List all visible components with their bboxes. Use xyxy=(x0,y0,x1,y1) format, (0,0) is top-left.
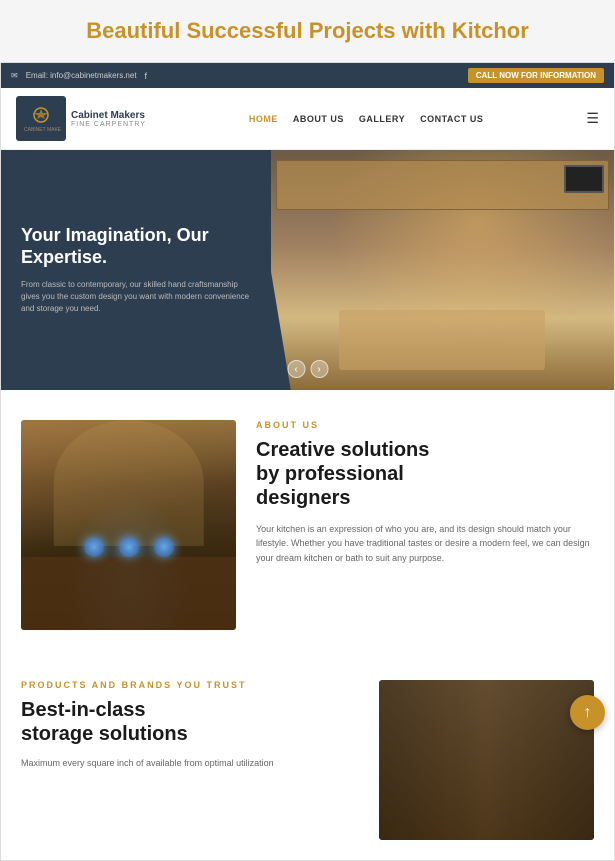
hero-description: From classic to contemporary, our skille… xyxy=(21,279,251,315)
banner-title: Beautiful Successful Projects with Kitch… xyxy=(20,18,595,44)
about-section: ABOUT US Creative solutions by professio… xyxy=(1,390,614,660)
website-mockup: ✉ Email: info@cabinetmakers.net f CALL N… xyxy=(0,62,615,861)
products-section: PRODUCTS AND BRANDS YOU TRUST Best-in-cl… xyxy=(1,660,614,860)
scroll-to-top-button[interactable]: ↑ xyxy=(570,695,605,730)
products-content: PRODUCTS AND BRANDS YOU TRUST Best-in-cl… xyxy=(21,680,359,770)
storage-detail xyxy=(379,680,594,840)
hero-title: Your Imagination, Our Expertise. xyxy=(21,225,251,268)
email-link[interactable]: Email: info@cabinetmakers.net xyxy=(26,71,137,80)
brand-sub: FINE CARPENTRY xyxy=(71,121,146,128)
nav-link-home[interactable]: HOME xyxy=(249,114,278,124)
contact-info: ✉ Email: info@cabinetmakers.net f xyxy=(11,71,147,81)
products-description: Maximum every square inch of available f… xyxy=(21,756,359,770)
hero-next-button[interactable]: › xyxy=(310,360,328,378)
banner-title-accent: Kitchor xyxy=(452,18,529,43)
hero-left-panel: Your Imagination, Our Expertise. From cl… xyxy=(1,150,271,390)
about-description: Your kitchen is an expression of who you… xyxy=(256,522,594,565)
about-title-line2: by professional xyxy=(256,462,594,486)
top-banner: Beautiful Successful Projects with Kitch… xyxy=(0,0,615,62)
light-orb-3 xyxy=(154,537,174,557)
storage-bg xyxy=(379,680,594,840)
call-now-button[interactable]: CALL NOW FOR INFORMATION xyxy=(468,68,604,83)
hero-kitchen-image xyxy=(271,150,614,390)
svg-text:CABINET MAKERS: CABINET MAKERS xyxy=(24,127,61,133)
nav-links: HOME ABOUT US GALLERY CONTACT US xyxy=(249,114,484,124)
hero-section: Your Imagination, Our Expertise. From cl… xyxy=(1,150,614,390)
brand-name: Cabinet Makers xyxy=(71,110,146,121)
kitchen-island xyxy=(339,310,545,370)
about-content: ABOUT US Creative solutions by professio… xyxy=(256,420,594,565)
logo-text: Cabinet Makers FINE CARPENTRY xyxy=(71,110,146,128)
envelope-icon: ✉ xyxy=(11,71,18,80)
light-orb-1 xyxy=(84,537,104,557)
counter-element xyxy=(21,557,236,631)
about-bathroom-image xyxy=(21,420,236,630)
products-section-label: PRODUCTS AND BRANDS YOU TRUST xyxy=(21,680,359,690)
nav-link-about[interactable]: ABOUT US xyxy=(293,114,344,124)
products-title-line2: storage solutions xyxy=(21,723,188,745)
products-title-line1: Best-in-class xyxy=(21,699,146,721)
about-title-line1: Creative solutions xyxy=(256,438,594,462)
about-title: Creative solutions by professional desig… xyxy=(256,438,594,510)
banner-title-normal: Beautiful Successful Projects with xyxy=(86,18,452,43)
hero-right-panel xyxy=(271,150,614,390)
products-storage-image xyxy=(379,680,594,840)
about-title-line3: designers xyxy=(256,486,594,510)
products-title: Best-in-class storage solutions xyxy=(21,698,359,746)
nav-logo: CABINET MAKERS Cabinet Makers FINE CARPE… xyxy=(16,96,146,141)
logo-icon: CABINET MAKERS xyxy=(16,96,66,141)
light-orbs xyxy=(84,537,174,557)
facebook-icon[interactable]: f xyxy=(145,71,148,81)
nav-link-gallery[interactable]: GALLERY xyxy=(359,114,405,124)
kitchen-tv xyxy=(564,165,604,193)
kitchen-cabinets-top xyxy=(276,160,609,210)
hamburger-icon[interactable]: ☰ xyxy=(586,110,599,127)
mockup-nav: CABINET MAKERS Cabinet Makers FINE CARPE… xyxy=(1,88,614,150)
light-orb-2 xyxy=(119,537,139,557)
bathroom-bg xyxy=(21,420,236,630)
hero-navigation: ‹ › xyxy=(287,360,328,378)
mockup-topbar: ✉ Email: info@cabinetmakers.net f CALL N… xyxy=(1,63,614,88)
hero-prev-button[interactable]: ‹ xyxy=(287,360,305,378)
nav-link-contact[interactable]: CONTACT US xyxy=(420,114,483,124)
logo-svg: CABINET MAKERS xyxy=(21,101,61,136)
about-section-label: ABOUT US xyxy=(256,420,594,430)
arch-shape xyxy=(53,420,204,546)
